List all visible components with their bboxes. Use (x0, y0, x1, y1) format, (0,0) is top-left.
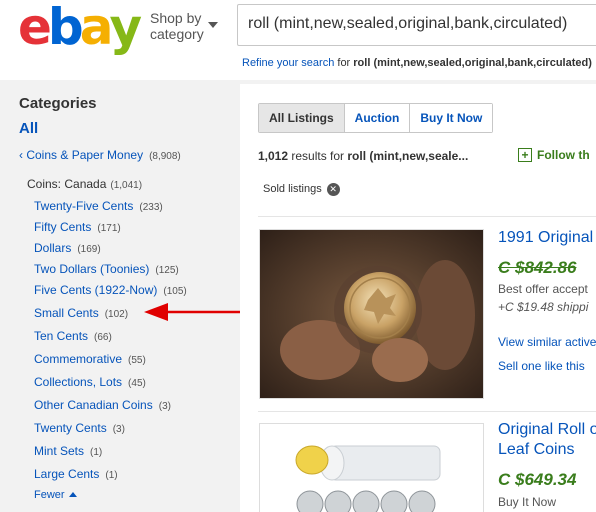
subcategory-count: (3) (158, 401, 171, 412)
fewer-categories-link[interactable]: Fewer (34, 489, 77, 501)
subcategory-count: (105) (163, 286, 187, 297)
listing-image[interactable] (259, 423, 484, 512)
category-sidebar: Categories All ‹ Coins & Paper Money (8,9… (0, 80, 236, 512)
shop-by-label: Shop by (150, 10, 202, 26)
parent-category-count: (8,908) (149, 151, 181, 162)
subcategory-link[interactable]: Dollars (169) (34, 241, 101, 255)
coin-tube-photo (260, 424, 483, 512)
view-similar-link[interactable]: View similar active (498, 335, 596, 349)
category-label: category (150, 26, 204, 42)
refine-query-text: roll (mint,new,sealed,original,bank,circ… (353, 57, 592, 69)
subcategory-count: (171) (97, 223, 121, 234)
subcategory-link[interactable]: Five Cents (1922-Now) (105) (34, 283, 187, 297)
sell-one-like-this-link[interactable]: Sell one like this (498, 359, 585, 373)
listing-best-offer: Best offer accept (498, 282, 588, 296)
subcategory-count: (125) (155, 265, 179, 276)
sold-listings-filter-chip[interactable]: Sold listings ✕ (263, 183, 340, 196)
subcategory-count: (55) (128, 355, 146, 366)
subcategory-label: Two Dollars (Toonies) (34, 262, 150, 276)
listing-title-link[interactable]: Original Roll o (498, 421, 596, 439)
subcategory-label: Fifty Cents (34, 220, 92, 234)
subcategory-label: Ten Cents (34, 329, 89, 343)
results-query: roll (mint,new,seale... (347, 149, 469, 163)
logo-letter-b: b (47, 0, 84, 56)
subcategory-count: (3) (112, 424, 125, 435)
listing-image[interactable] (259, 229, 484, 399)
search-input[interactable]: roll (mint,new,sealed,original,bank,circ… (237, 4, 596, 46)
subcategory-label: Other Canadian Coins (34, 398, 153, 412)
subcategory-label: Five Cents (1922-Now) (34, 283, 158, 297)
divider (258, 216, 596, 217)
subcategory-label: Dollars (34, 241, 72, 255)
results-text: results for (288, 149, 348, 163)
tab-buy-it-now[interactable]: Buy It Now (410, 104, 493, 132)
subcategory-label: Twenty Cents (34, 421, 107, 435)
current-category-label: Coins: Canada (27, 177, 107, 191)
ebay-logo[interactable]: ebay (18, 0, 142, 56)
subcategory-count: (1) (90, 447, 103, 458)
subcategory-link[interactable]: Collections, Lots (45) (34, 375, 146, 389)
listing-price: C $649.34 (498, 470, 577, 489)
subcategory-link[interactable]: Twenty-Five Cents (233) (34, 199, 163, 213)
tab-all-listings[interactable]: All Listings (259, 104, 345, 132)
subcategory-link[interactable]: Ten Cents (66) (34, 329, 112, 343)
subcategory-link[interactable]: Large Cents (1) (34, 467, 118, 481)
results-count: 1,012 (258, 149, 289, 163)
listing-price-original: C $842.86 (498, 258, 577, 277)
listing-shipping: +C $19.48 shippi (498, 300, 589, 314)
subcategory-label: Small Cents (34, 306, 99, 320)
refine-for-text: for (334, 57, 354, 69)
fewer-label: Fewer (34, 489, 65, 501)
subcategory-count: (169) (77, 244, 101, 255)
parent-category-label: Coins & Paper Money (26, 148, 144, 162)
subcategory-link[interactable]: Two Dollars (Toonies) (125) (34, 262, 179, 276)
tab-auction[interactable]: Auction (344, 104, 411, 132)
subcategory-count: (66) (94, 332, 112, 343)
subcategory-label: Large Cents (34, 467, 100, 481)
chevron-down-icon (208, 22, 218, 28)
refine-search-line: Refine your search for roll (mint,new,se… (242, 57, 592, 69)
subcategory-label: Twenty-Five Cents (34, 199, 134, 213)
logo-letter-a: a (79, 0, 114, 56)
subcategory-link-small-cents[interactable]: Small Cents (102) (34, 306, 128, 320)
listing-type-tabs: All Listings Auction Buy It Now (258, 103, 494, 133)
subcategory-count: (45) (128, 378, 146, 389)
divider (258, 411, 596, 412)
plus-icon: + (518, 148, 532, 162)
follow-label: Follow th (537, 148, 590, 162)
sold-filter-label: Sold listings (263, 183, 322, 195)
subcategory-link[interactable]: Twenty Cents (3) (34, 421, 125, 435)
subcategory-link[interactable]: Commemorative (55) (34, 352, 146, 366)
subcategory-label: Mint Sets (34, 444, 85, 458)
subcategory-link[interactable]: Fifty Cents (171) (34, 220, 121, 234)
subcategory-count: (233) (139, 202, 163, 213)
listing-title-link[interactable]: 1991 Original (498, 229, 593, 247)
arrow-head (144, 303, 168, 321)
subcategory-count: (1) (105, 470, 118, 481)
follow-search-button[interactable]: + Follow th (518, 148, 590, 162)
chevron-up-icon (68, 492, 77, 497)
logo-letter-y: y (109, 0, 142, 56)
shop-by-category-button[interactable]: Shop by category (150, 10, 218, 42)
close-icon[interactable]: ✕ (326, 183, 340, 196)
subcategory-count: (102) (104, 309, 129, 320)
refine-search-link[interactable]: Refine your search (242, 57, 334, 69)
listing-buy-it-now: Buy It Now (498, 495, 557, 509)
subcategory-link[interactable]: Mint Sets (1) (34, 444, 102, 458)
red-arrow-annotation (144, 303, 252, 321)
subcategory-label: Collections, Lots (34, 375, 123, 389)
coin-roll-photo (260, 230, 483, 398)
subcategory-label: Commemorative (34, 352, 123, 366)
results-panel: All Listings Auction Buy It Now 1,012 re… (240, 84, 596, 512)
category-all-link[interactable]: All (19, 120, 38, 137)
header: ebay Shop by category roll (mint,new,sea… (0, 0, 596, 80)
results-summary: 1,012 results for roll (mint,new,seale..… (258, 149, 468, 163)
categories-heading: Categories (19, 95, 97, 112)
listing-title-link-line2[interactable]: Leaf Coins (498, 441, 575, 459)
current-category: Coins: Canada (1,041) (27, 177, 142, 191)
logo-letter-e: e (18, 0, 52, 56)
current-category-count: (1,041) (110, 180, 143, 191)
subcategory-link[interactable]: Other Canadian Coins (3) (34, 398, 171, 412)
parent-category-link[interactable]: ‹ Coins & Paper Money (8,908) (19, 148, 181, 162)
